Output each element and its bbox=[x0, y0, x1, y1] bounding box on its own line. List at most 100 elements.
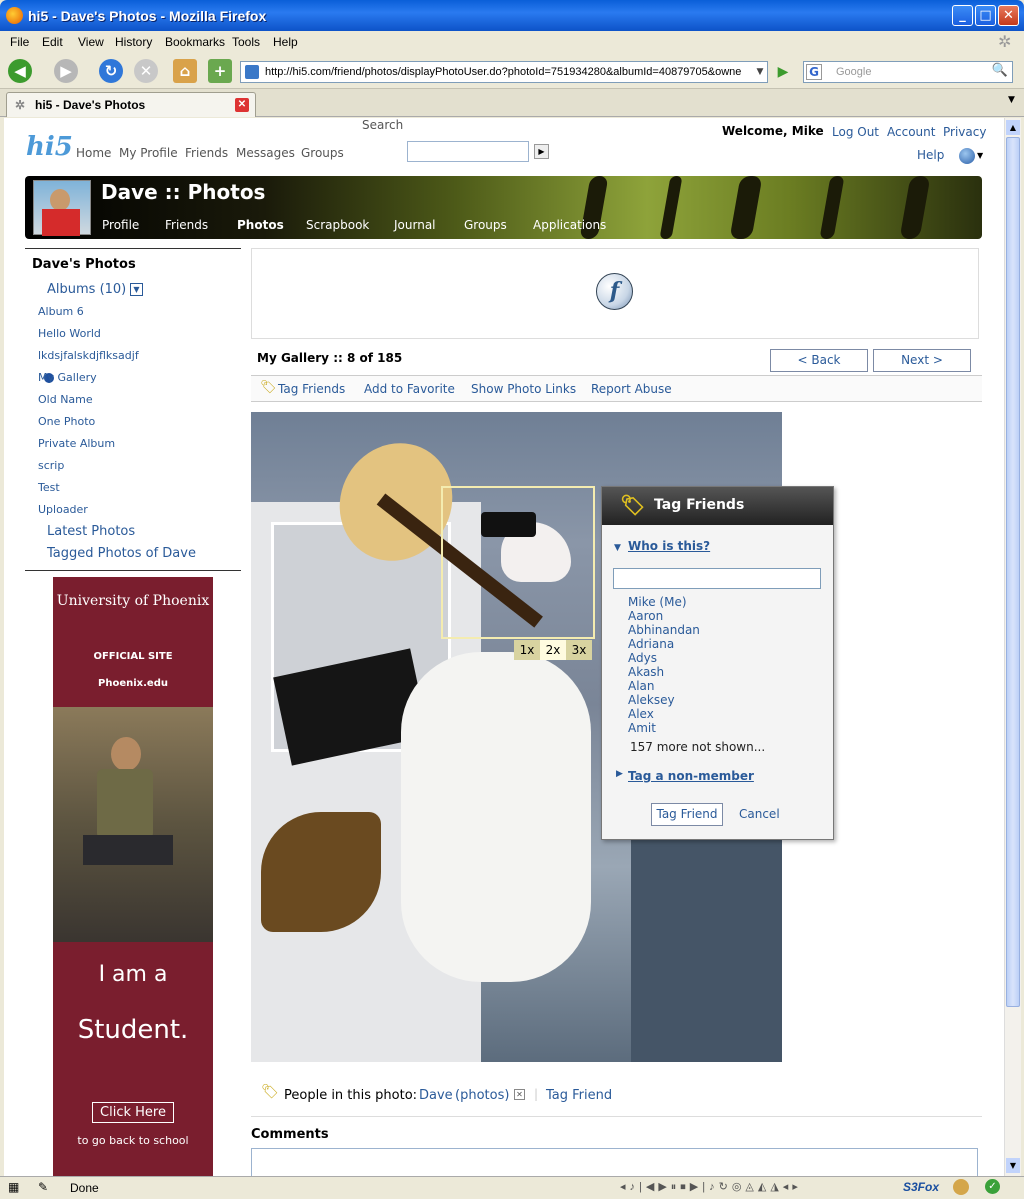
menu-tools[interactable]: Tools bbox=[232, 35, 260, 49]
back-button[interactable]: < Back bbox=[770, 349, 868, 372]
album-item[interactable]: Private Album bbox=[38, 437, 115, 450]
banner-tab-applications[interactable]: Applications bbox=[533, 218, 606, 232]
forward-icon[interactable]: ▶ bbox=[54, 59, 78, 83]
hi5-logo[interactable]: hi5 bbox=[26, 132, 73, 162]
person-link[interactable]: Dave bbox=[419, 1088, 453, 1103]
friend-option[interactable]: Mike (Me) bbox=[628, 595, 687, 609]
tag-friend-link[interactable]: Tag Friend bbox=[546, 1088, 612, 1103]
new-tab-icon[interactable]: + bbox=[208, 59, 232, 83]
go-icon[interactable]: ▶ bbox=[773, 62, 793, 82]
tab-dave-photos[interactable]: ✲ hi5 - Dave's Photos ✕ bbox=[6, 92, 256, 117]
scroll-thumb[interactable] bbox=[1006, 137, 1020, 1007]
banner-tab-scrapbook[interactable]: Scrapbook bbox=[306, 218, 369, 232]
menu-file[interactable]: File bbox=[10, 35, 29, 49]
friend-option[interactable]: Adriana bbox=[628, 637, 674, 651]
site-search-input[interactable] bbox=[407, 141, 529, 162]
friend-option[interactable]: Alex bbox=[628, 707, 654, 721]
site-search-button[interactable]: ▶ bbox=[534, 144, 549, 159]
next-button[interactable]: Next > bbox=[873, 349, 971, 372]
nav-home[interactable]: Home bbox=[76, 146, 111, 160]
back-icon[interactable]: ◀ bbox=[8, 59, 32, 83]
scroll-down-icon[interactable]: ▼ bbox=[1006, 1158, 1020, 1173]
zoom-3x-button[interactable]: 3x bbox=[566, 640, 592, 660]
add-to-favorite-link[interactable]: Add to Favorite bbox=[364, 382, 455, 396]
menu-edit[interactable]: Edit bbox=[42, 35, 63, 49]
album-item[interactable]: Uploader bbox=[38, 503, 88, 516]
tab-list-icon[interactable]: ▼ bbox=[1008, 95, 1015, 105]
vertical-scrollbar[interactable]: ▲ ▼ bbox=[1004, 118, 1021, 1176]
cancel-link[interactable]: Cancel bbox=[739, 807, 780, 821]
close-tab-icon[interactable]: ✕ bbox=[235, 98, 249, 112]
album-item[interactable]: Old Name bbox=[38, 393, 93, 406]
s3fox-addon[interactable]: S3Fox bbox=[903, 1180, 939, 1194]
album-item[interactable]: Test bbox=[38, 481, 60, 494]
friend-option[interactable]: Adys bbox=[628, 651, 657, 665]
avatar[interactable] bbox=[33, 180, 91, 236]
zoom-1x-button[interactable]: 1x bbox=[514, 640, 540, 660]
nav-messages[interactable]: Messages bbox=[236, 146, 295, 160]
latest-photos-link[interactable]: Latest Photos bbox=[47, 524, 135, 539]
tag-friend-button[interactable]: Tag Friend bbox=[651, 803, 723, 826]
friend-option[interactable]: Aleksey bbox=[628, 693, 675, 707]
who-is-this-link[interactable]: Who is this? bbox=[628, 539, 710, 553]
banner-tab-profile[interactable]: Profile bbox=[102, 218, 139, 232]
album-item[interactable]: lkdsjfalskdjflksadjf bbox=[38, 349, 139, 362]
scroll-up-icon[interactable]: ▲ bbox=[1006, 120, 1020, 135]
friend-option[interactable]: Alan bbox=[628, 679, 655, 693]
account-link[interactable]: Account bbox=[887, 125, 935, 139]
tag-friends-link[interactable]: Tag Friends bbox=[278, 382, 345, 396]
album-item[interactable]: One Photo bbox=[38, 415, 95, 428]
google-engine-icon[interactable]: G bbox=[806, 64, 822, 80]
album-item[interactable]: Hello World bbox=[38, 327, 101, 340]
nav-groups[interactable]: Groups bbox=[301, 146, 344, 160]
menu-help[interactable]: Help bbox=[273, 35, 298, 49]
comment-textarea[interactable] bbox=[251, 1148, 978, 1176]
album-item[interactable]: Album 6 bbox=[38, 305, 84, 318]
nav-my-profile[interactable]: My Profile bbox=[119, 146, 178, 160]
log-out-link[interactable]: Log Out bbox=[832, 125, 879, 139]
check-icon[interactable]: ✓ bbox=[985, 1179, 1000, 1194]
reload-icon[interactable]: ↻ bbox=[99, 59, 123, 83]
menu-bookmarks[interactable]: Bookmarks bbox=[165, 35, 225, 49]
minimize-icon[interactable]: _ bbox=[952, 5, 973, 26]
url-dropdown-icon[interactable]: ▼ bbox=[752, 62, 768, 82]
show-photo-links-link[interactable]: Show Photo Links bbox=[471, 382, 576, 396]
albums-link[interactable]: Albums (10) bbox=[47, 282, 126, 297]
advertisement[interactable]: University of Phoenix OFFICIAL SITE Phoe… bbox=[53, 577, 213, 1176]
tag-selection-box[interactable] bbox=[441, 486, 595, 639]
album-item[interactable]: scrip bbox=[38, 459, 64, 472]
search-icon[interactable]: 🔍 bbox=[990, 63, 1010, 81]
url-bar[interactable]: http://hi5.com/friend/photos/displayPhot… bbox=[240, 61, 768, 83]
albums-dropdown-icon[interactable]: ▼ bbox=[130, 283, 143, 296]
friend-option[interactable]: Aaron bbox=[628, 609, 663, 623]
banner-tab-friends[interactable]: Friends bbox=[165, 218, 208, 232]
maximize-icon[interactable]: □ bbox=[975, 5, 996, 26]
person-photos-link[interactable]: (photos) bbox=[455, 1088, 509, 1103]
home-icon[interactable]: ⌂ bbox=[173, 59, 197, 83]
banner-tab-journal[interactable]: Journal bbox=[394, 218, 436, 232]
remove-tag-icon[interactable]: ✕ bbox=[514, 1089, 525, 1100]
friend-option[interactable]: Amit bbox=[628, 721, 656, 735]
edit-icon[interactable]: ✎ bbox=[38, 1180, 48, 1194]
menu-history[interactable]: History bbox=[115, 35, 152, 49]
search-input[interactable]: Google bbox=[803, 61, 1013, 83]
banner-tab-photos[interactable]: Photos bbox=[237, 218, 284, 232]
nav-friends[interactable]: Friends bbox=[185, 146, 228, 160]
friend-option[interactable]: Akash bbox=[628, 665, 664, 679]
report-abuse-link[interactable]: Report Abuse bbox=[591, 382, 672, 396]
privacy-link[interactable]: Privacy bbox=[943, 125, 986, 139]
zoom-2x-button[interactable]: 2x bbox=[540, 640, 566, 660]
help-link[interactable]: Help bbox=[917, 148, 944, 162]
monkey-icon[interactable] bbox=[953, 1179, 969, 1195]
banner-tab-groups[interactable]: Groups bbox=[464, 218, 507, 232]
flash-plugin-icon[interactable]: f bbox=[596, 273, 633, 310]
album-item-current[interactable]: My Gallery bbox=[38, 371, 97, 384]
menu-view[interactable]: View bbox=[78, 35, 104, 49]
tag-non-member-link[interactable]: Tag a non-member bbox=[628, 769, 754, 783]
layout-icon[interactable]: ▦ bbox=[8, 1180, 19, 1194]
ad-click-here-button[interactable]: Click Here bbox=[92, 1102, 174, 1123]
chevron-down-icon[interactable]: ▼ bbox=[977, 151, 983, 160]
stop-icon[interactable]: ✕ bbox=[134, 59, 158, 83]
friend-filter-input[interactable] bbox=[613, 568, 821, 589]
tagged-photos-link[interactable]: Tagged Photos of Dave bbox=[47, 546, 196, 561]
